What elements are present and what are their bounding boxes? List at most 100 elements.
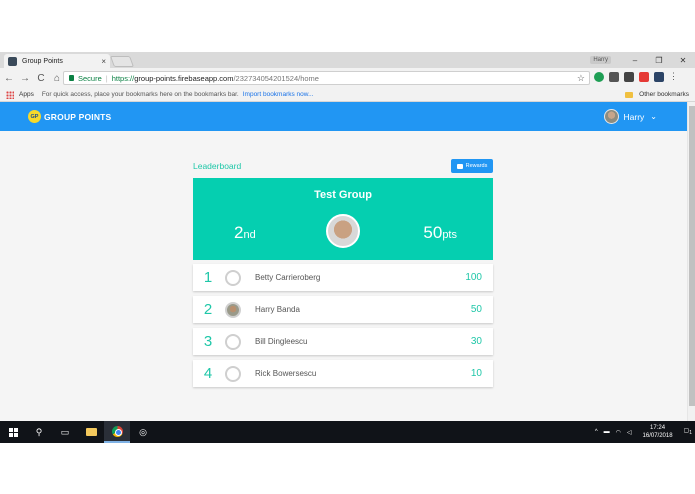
rank-position: 3 [203, 333, 213, 350]
apps-grid-icon[interactable] [6, 90, 14, 99]
minimize-button[interactable]: – [623, 56, 647, 65]
rank-position: 4 [203, 365, 213, 382]
reload-button[interactable]: C [34, 73, 48, 84]
group-rank: 2nd [234, 223, 256, 243]
browser-toolbar: ← → C ⌂ Secure | https:// group-points.f… [0, 68, 695, 88]
import-bookmarks-link[interactable]: Import bookmarks now... [243, 91, 314, 98]
home-button[interactable]: ⌂ [50, 73, 64, 84]
page-title: Leaderboard [193, 161, 242, 171]
avatar [225, 333, 241, 350]
user-menu[interactable]: Harry ⌄ [603, 109, 657, 124]
tab-title: Group Points [22, 57, 63, 65]
profile-chip[interactable]: Harry [590, 56, 611, 64]
notification-count: 1 [689, 430, 692, 437]
group-rank-suffix: nd [243, 229, 256, 241]
search-icon[interactable]: ⚲ [26, 421, 52, 443]
page-content: Leaderboard Rewards Test Group 2nd 50pts… [0, 131, 687, 421]
screen: Group Points × Harry – ❐ ✕ ← → C ⌂ Secur… [0, 52, 695, 443]
list-item[interactable]: 1 Betty Carrieroberg 100 [193, 264, 493, 291]
url-path: /232734054201524/home [233, 73, 319, 83]
member-name: Rick Bowersescu [255, 369, 317, 378]
file-explorer-button[interactable] [78, 421, 104, 443]
extension-icons: ⋮ [594, 71, 678, 82]
bookmarks-hint: For quick access, place your bookmarks h… [41, 91, 239, 98]
wifi-icon[interactable]: ◠ [616, 429, 621, 436]
folder-icon [625, 91, 634, 98]
brand-badge: GP [28, 110, 41, 123]
member-name: Betty Carrieroberg [255, 273, 321, 282]
address-bar[interactable]: Secure | https:// group-points.firebasea… [63, 71, 590, 85]
user-name: Harry [623, 111, 645, 122]
member-name: Harry Banda [255, 305, 300, 314]
clock-time: 17:24 [650, 425, 666, 431]
apps-label[interactable]: Apps [19, 91, 34, 98]
avatar [603, 109, 619, 124]
avatar [225, 365, 241, 382]
member-points: 50 [470, 304, 482, 315]
bookmark-star-icon[interactable]: ☆ [577, 73, 585, 84]
volume-icon[interactable]: ◁ [627, 429, 632, 436]
app-taskbar-button[interactable]: ◎ [130, 421, 156, 443]
notification-icon[interactable]: ▢1 [684, 427, 692, 436]
url-scheme: https:// [111, 73, 135, 83]
group-points: 50pts [423, 223, 457, 243]
extension-icon[interactable] [624, 71, 634, 82]
clock-date: 16/07/2018 [642, 433, 673, 439]
rewards-button[interactable]: Rewards [451, 159, 493, 173]
back-button[interactable]: ← [2, 73, 16, 84]
list-item[interactable]: 4 Rick Bowersescu 10 [193, 360, 493, 387]
site-favicon-icon [8, 56, 17, 66]
brand-logo[interactable]: GP GROUP POINTS [28, 110, 111, 123]
forward-button[interactable]: → [18, 73, 32, 84]
page-scrollbar[interactable] [687, 102, 695, 421]
battery-icon[interactable]: ▬ [604, 429, 610, 435]
chrome-taskbar-button[interactable] [104, 421, 130, 443]
group-name: Test Group [314, 189, 372, 201]
extension-icon[interactable] [654, 71, 664, 82]
avatar [225, 269, 241, 286]
extension-icon[interactable] [594, 71, 604, 82]
lock-icon [69, 75, 74, 81]
extension-icon[interactable] [609, 71, 619, 82]
gift-icon [456, 163, 463, 169]
rank-position: 1 [203, 269, 213, 286]
folder-icon [85, 428, 97, 436]
tab-close-icon[interactable]: × [101, 57, 106, 66]
list-item[interactable]: 3 Bill Dingleescu 30 [193, 328, 493, 355]
url-host: group-points.firebaseapp.com [134, 73, 234, 83]
other-bookmarks-label: Other bookmarks [639, 91, 689, 98]
extension-icon[interactable] [639, 71, 649, 82]
chevron-up-icon[interactable]: ^ [595, 429, 598, 435]
member-points: 30 [470, 336, 482, 347]
chevron-down-icon: ⌄ [650, 112, 657, 121]
avatar [326, 214, 360, 248]
app-header: GP GROUP POINTS Harry ⌄ [0, 102, 687, 131]
bookmarks-bar: Apps For quick access, place your bookma… [0, 88, 695, 102]
avatar [225, 301, 241, 318]
brand-name: GROUP POINTS [44, 111, 112, 122]
scrollbar-thumb[interactable] [689, 106, 695, 406]
window-controls: Harry – ❐ ✕ [590, 52, 695, 68]
list-item[interactable]: 2 Harry Banda 50 [193, 296, 493, 323]
browser-menu-icon[interactable]: ⋮ [669, 71, 678, 82]
rewards-label: Rewards [465, 163, 488, 169]
task-view-icon[interactable]: ▭ [52, 421, 78, 443]
address-separator: | [105, 73, 108, 83]
close-window-button[interactable]: ✕ [671, 56, 695, 65]
group-points-suffix: pts [442, 229, 457, 241]
system-tray: ^ ▬ ◠ ◁ 17:24 16/07/2018 ▢1 [592, 421, 695, 443]
chrome-icon [111, 425, 123, 437]
browser-tab[interactable]: Group Points × [4, 54, 110, 68]
start-button[interactable] [0, 421, 26, 443]
new-tab-button[interactable] [109, 56, 135, 67]
rank-position: 2 [203, 301, 213, 318]
member-points: 100 [465, 272, 482, 283]
browser-tabstrip: Group Points × Harry – ❐ ✕ [0, 52, 695, 68]
member-name: Bill Dingleescu [255, 337, 308, 346]
other-bookmarks[interactable]: Other bookmarks [625, 91, 689, 98]
windows-logo-icon [8, 427, 18, 437]
maximize-button[interactable]: ❐ [647, 56, 671, 65]
os-taskbar: ⚲ ▭ ◎ ^ ▬ ◠ ◁ 17:24 16/07/2018 ▢1 [0, 421, 695, 443]
group-points-number: 50 [423, 223, 443, 242]
clock[interactable]: 17:24 16/07/2018 [643, 424, 673, 440]
